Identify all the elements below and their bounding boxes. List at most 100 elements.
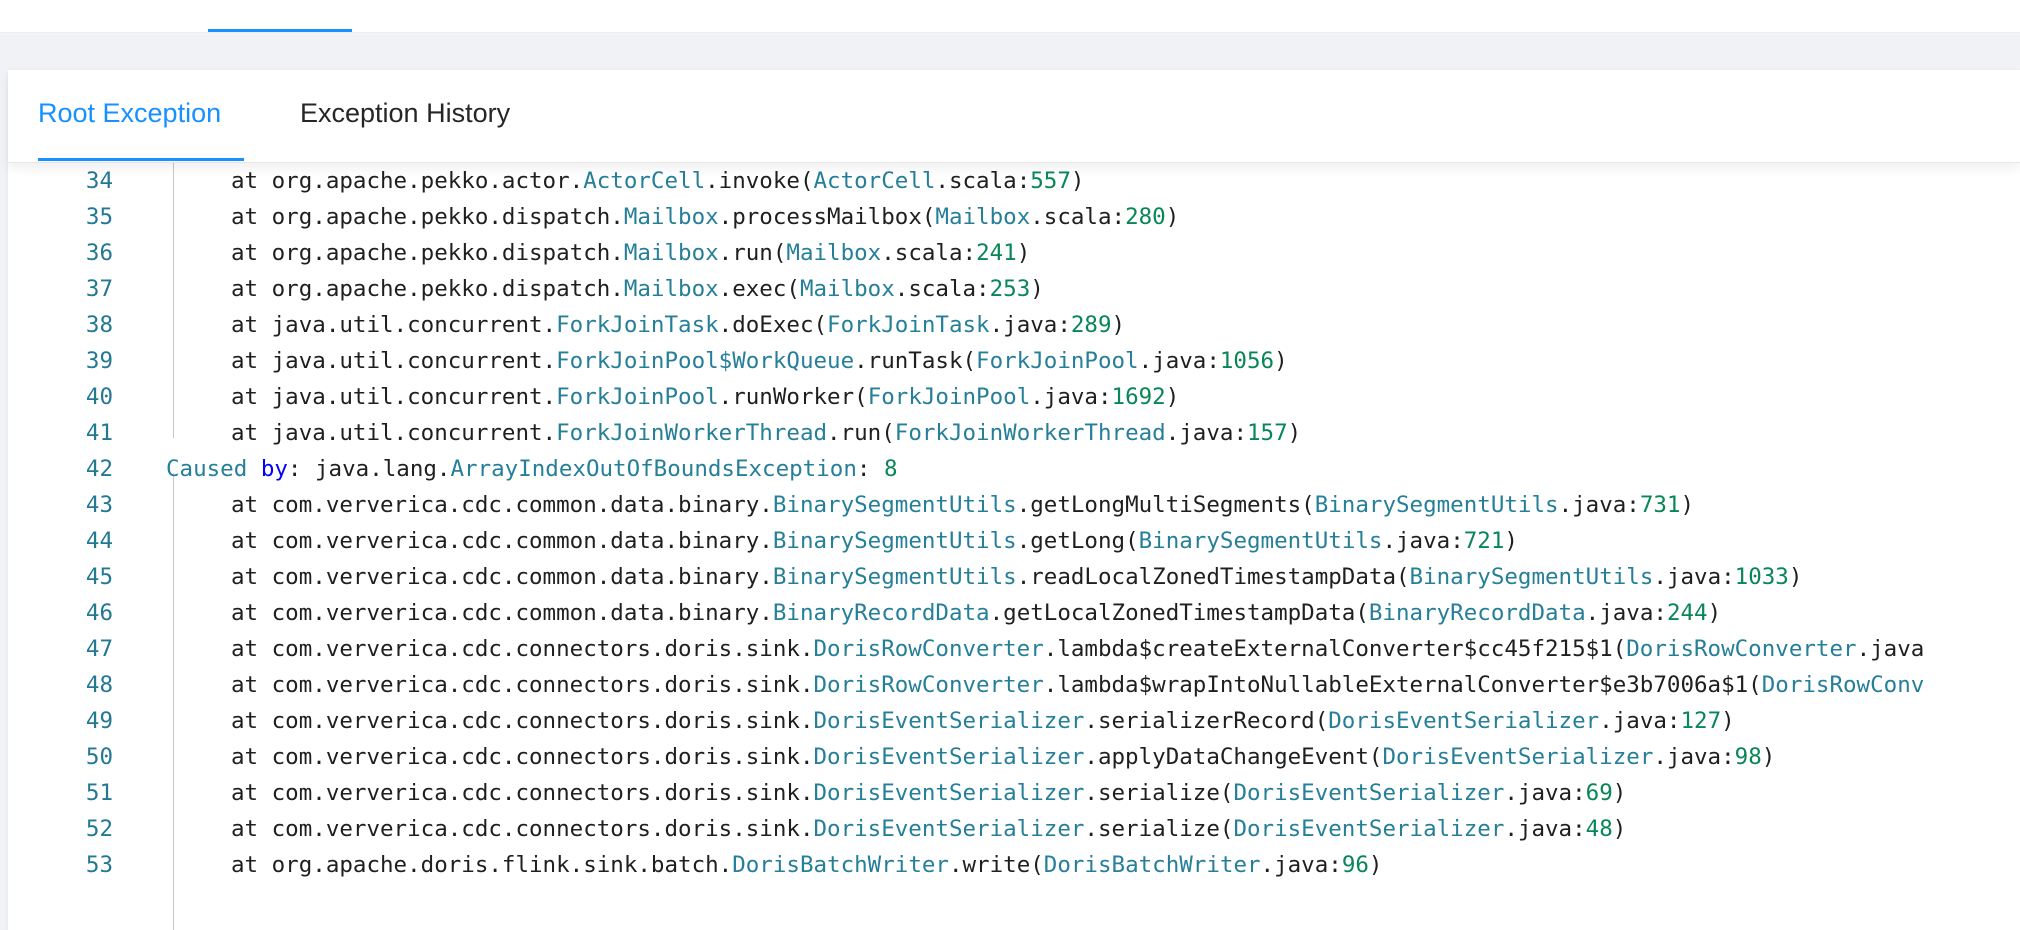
token: 721 bbox=[1463, 528, 1505, 554]
token: .java: bbox=[1653, 744, 1735, 770]
token: at com.ververica.cdc.connectors.doris.si… bbox=[231, 672, 814, 698]
token: ForkJoinTask bbox=[827, 312, 990, 338]
line-number: 52 bbox=[85, 816, 113, 842]
line-text: at java.util.concurrent.ForkJoinPool.run… bbox=[231, 379, 1179, 415]
token: .java: bbox=[1260, 852, 1342, 878]
token: .scala: bbox=[894, 276, 990, 302]
token: .runWorker( bbox=[718, 384, 868, 410]
line-number: 42 bbox=[85, 456, 113, 482]
token: ) bbox=[1761, 744, 1776, 770]
token: at com.ververica.cdc.common.data.binary. bbox=[231, 528, 773, 554]
token: ) bbox=[1111, 312, 1126, 338]
token: BinarySegmentUtils bbox=[772, 564, 1017, 590]
tab-root-exception[interactable]: Root Exception bbox=[38, 98, 221, 129]
token: .java: bbox=[1599, 708, 1681, 734]
token: .processMailbox( bbox=[718, 204, 936, 230]
token: 157 bbox=[1247, 420, 1288, 446]
token: ForkJoinTask bbox=[556, 312, 719, 338]
token: 557 bbox=[1030, 168, 1071, 194]
token: : java.lang. bbox=[287, 456, 451, 482]
token: 127 bbox=[1680, 708, 1722, 734]
token: DorisEventSerializer bbox=[1382, 744, 1654, 770]
token: at org.apache.pekko.dispatch. bbox=[231, 276, 624, 302]
exception-tabs: Root Exception Exception History bbox=[8, 70, 2020, 163]
token: ActorCell bbox=[583, 168, 706, 194]
token: ) bbox=[1788, 564, 1803, 590]
token: at com.ververica.cdc.common.data.binary. bbox=[231, 600, 773, 626]
token: at org.apache.pekko.dispatch. bbox=[231, 204, 624, 230]
token: DorisEventSerializer bbox=[1233, 780, 1505, 806]
tab-exception-history[interactable]: Exception History bbox=[300, 98, 510, 129]
token: 289 bbox=[1070, 312, 1112, 338]
token: .java: bbox=[1030, 384, 1112, 410]
token: Mailbox bbox=[799, 276, 895, 302]
token: DorisEventSerializer bbox=[1328, 708, 1600, 734]
token: at java.util.concurrent. bbox=[231, 420, 557, 446]
token: 1692 bbox=[1111, 384, 1166, 410]
token: .getLong( bbox=[1016, 528, 1139, 554]
token: DorisBatchWriter bbox=[1043, 852, 1261, 878]
token: ) bbox=[1165, 204, 1180, 230]
line-number: 40 bbox=[85, 384, 113, 410]
stack-trace-viewer[interactable]: 34 at org.apache.pekko.actor.ActorCell.in… bbox=[8, 163, 2020, 930]
token: .getLocalZonedTimestampData( bbox=[989, 600, 1369, 626]
token: BinarySegmentUtils bbox=[1314, 492, 1559, 518]
token: DorisEventSerializer bbox=[813, 780, 1085, 806]
token: BinarySegmentUtils bbox=[1409, 564, 1654, 590]
token: DorisBatchWriter bbox=[732, 852, 949, 878]
token: at com.ververica.cdc.connectors.doris.si… bbox=[231, 780, 814, 806]
line-number: 47 bbox=[85, 636, 113, 662]
token: Mailbox bbox=[786, 240, 882, 266]
token: ) bbox=[1287, 420, 1302, 446]
token: .java: bbox=[1504, 816, 1586, 842]
token: .scala: bbox=[1030, 204, 1126, 230]
token: .java: bbox=[1585, 600, 1667, 626]
token: ) bbox=[1070, 168, 1085, 194]
token: ArrayIndexOutOfBoundsException bbox=[450, 456, 857, 482]
token: at com.ververica.cdc.connectors.doris.si… bbox=[231, 816, 814, 842]
token: .invoke( bbox=[705, 168, 814, 194]
token: DorisEventSerializer bbox=[813, 708, 1085, 734]
line-text: at com.ververica.cdc.common.data.binary.… bbox=[231, 559, 1802, 595]
token: 96 bbox=[1341, 852, 1369, 878]
line-text: at com.ververica.cdc.common.data.binary.… bbox=[231, 523, 1518, 559]
token: 280 bbox=[1125, 204, 1166, 230]
token: DorisRowConverter bbox=[813, 636, 1044, 662]
line-number: 37 bbox=[85, 276, 113, 302]
token: .java: bbox=[1504, 780, 1586, 806]
line-text: at com.ververica.cdc.connectors.doris.si… bbox=[231, 703, 1735, 739]
token: BinaryRecordData bbox=[1368, 600, 1586, 626]
token: at com.ververica.cdc.common.data.binary. bbox=[231, 492, 773, 518]
token: .lambda$createExternalConverter$cc45f215… bbox=[1043, 636, 1627, 662]
token: DorisRowConverter bbox=[1626, 636, 1857, 662]
token: ) bbox=[1612, 780, 1627, 806]
token: ) bbox=[1680, 492, 1695, 518]
line-number: 35 bbox=[85, 204, 113, 230]
token: .java: bbox=[1382, 528, 1464, 554]
token: 244 bbox=[1666, 600, 1708, 626]
token: Caused bbox=[166, 456, 248, 482]
token: BinaryRecordData bbox=[772, 600, 990, 626]
line-text: at com.ververica.cdc.connectors.doris.si… bbox=[231, 811, 1626, 847]
line-number: 43 bbox=[85, 492, 113, 518]
line-number: 49 bbox=[85, 708, 113, 734]
token: by bbox=[260, 456, 288, 482]
token: 1056 bbox=[1219, 348, 1275, 374]
token: ForkJoinWorkerThread bbox=[894, 420, 1166, 446]
line-number: 38 bbox=[85, 312, 113, 338]
line-number: 51 bbox=[85, 780, 113, 806]
token: DorisEventSerializer bbox=[1233, 816, 1505, 842]
line-text: at java.util.concurrent.ForkJoinTask.doE… bbox=[231, 307, 1125, 343]
token: .scala: bbox=[935, 168, 1031, 194]
token: ForkJoinPool bbox=[867, 384, 1031, 410]
token: Mailbox bbox=[935, 204, 1031, 230]
line-text: at java.util.concurrent.ForkJoinPool$Wor… bbox=[231, 343, 1288, 379]
token: .java: bbox=[989, 312, 1071, 338]
line-text: Caused by: java.lang.ArrayIndexOutOfBoun… bbox=[166, 451, 898, 487]
token: 69 bbox=[1585, 780, 1613, 806]
line-number: 41 bbox=[85, 420, 113, 446]
token: DorisEventSerializer bbox=[813, 816, 1085, 842]
token: 1033 bbox=[1734, 564, 1789, 590]
token: at java.util.concurrent. bbox=[231, 312, 557, 338]
token: .serialize( bbox=[1084, 780, 1234, 806]
